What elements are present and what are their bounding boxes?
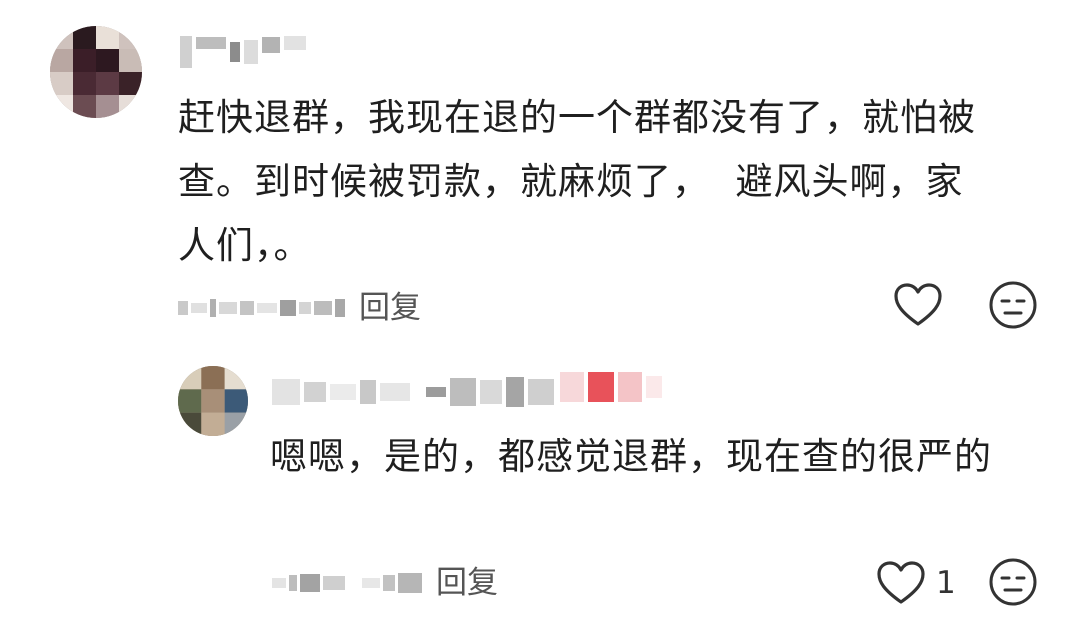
dislike-button[interactable] [988, 280, 1038, 330]
avatar[interactable] [178, 366, 248, 436]
comment-text: 赶快退群，我现在退的一个群都没有了，就怕被查。到时候被罚款，就麻烦了， 避风头啊… [178, 96, 976, 267]
blurred-avatar-image [50, 26, 142, 118]
avatar[interactable] [50, 26, 142, 118]
reply-text: 嗯嗯，是的，都感觉退群，现在查的很严的 [270, 435, 992, 478]
username-blurred[interactable] [272, 377, 554, 407]
reply-button[interactable]: 回复 [359, 283, 421, 333]
timestamp-blurred [178, 299, 345, 317]
username-blurred[interactable] [180, 36, 306, 68]
reply-button[interactable]: 回复 [436, 558, 498, 608]
user-badge [560, 372, 662, 402]
neutral-face-icon [989, 281, 1037, 329]
heart-outline-icon [894, 283, 942, 326]
like-count: 1 [936, 565, 956, 601]
neutral-face-icon [989, 558, 1037, 606]
like-button[interactable]: 1 [876, 560, 956, 606]
timestamp-blurred [272, 573, 422, 593]
heart-outline-icon [877, 561, 925, 604]
reply-meta: 回复 [272, 558, 498, 608]
blurred-avatar-image [178, 366, 248, 436]
dislike-button[interactable] [988, 557, 1038, 607]
like-button[interactable] [893, 282, 943, 328]
comment-meta: 回复 [178, 283, 421, 333]
